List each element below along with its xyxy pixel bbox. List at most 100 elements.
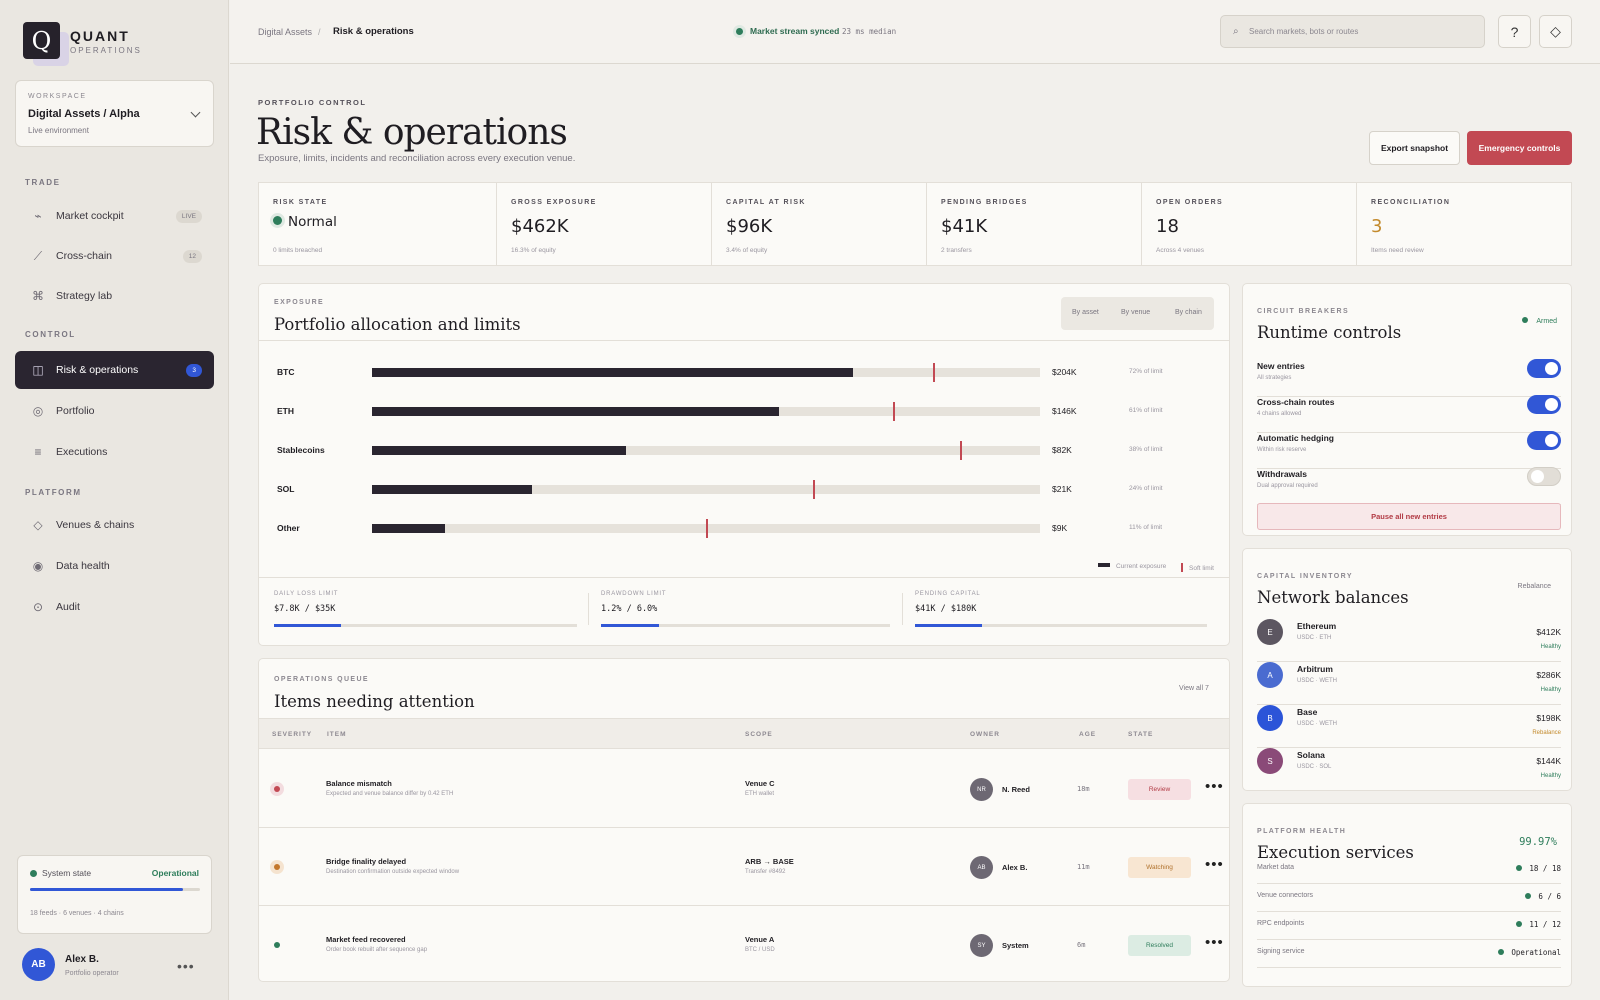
workspace-selector[interactable]: WORKSPACE Digital Assets / Alpha Live en…: [15, 80, 214, 147]
allocation-track: [372, 402, 1040, 421]
chain-avatar: E: [1257, 619, 1283, 645]
divider: [588, 593, 589, 625]
sidebar-item-data-health[interactable]: ◉ Data health: [15, 547, 214, 585]
column-severity: SEVERITY: [272, 731, 313, 738]
logo[interactable]: Q: [23, 22, 60, 59]
sidebar-item-strategy-lab[interactable]: ⌘ Strategy lab: [15, 277, 214, 315]
breadcrumb-root[interactable]: Digital Assets: [258, 27, 312, 37]
count-badge: 12: [182, 249, 202, 263]
workspace-name: Digital Assets / Alpha: [28, 108, 140, 120]
search-placeholder: Search markets, bots or routes: [1249, 27, 1359, 36]
chain-status: Healthy: [1540, 644, 1561, 650]
avatar[interactable]: AB: [22, 948, 55, 981]
tab-by-venue[interactable]: By venue: [1121, 309, 1150, 316]
tab-by-chain[interactable]: By chain: [1175, 309, 1202, 316]
service-value-text: 6 / 6: [1538, 892, 1561, 901]
sidebar-item-audit[interactable]: ⊙ Audit: [15, 588, 214, 626]
kpi-sub: 16.3% of equity: [511, 247, 556, 254]
brand-subtitle: OPERATIONS: [70, 46, 142, 55]
toggle-row: Cross-chain routes 4 chains allowed: [1257, 395, 1561, 433]
kpi-value: 18: [1156, 216, 1179, 237]
rebalance-link[interactable]: Rebalance: [1518, 583, 1551, 590]
emergency-controls-button[interactable]: Emergency controls: [1467, 131, 1572, 165]
workspace-env: Live environment: [28, 126, 89, 135]
armed-status: Armed: [1522, 317, 1557, 325]
chain-assets: USDC · WETH: [1297, 721, 1337, 727]
toggle-switch[interactable]: [1527, 431, 1561, 450]
sidebar-item-risk-operations[interactable]: ◫ Risk & operations 3: [15, 351, 214, 389]
toggle-title: New entries: [1257, 361, 1305, 371]
sidebar-item-venues-chains[interactable]: ◇ Venues & chains: [15, 506, 214, 544]
sidebar-item-label: Market cockpit: [56, 210, 124, 222]
allocation-percent: 72% of limit: [1129, 368, 1163, 375]
search-input[interactable]: ⌕ Search markets, bots or routes: [1220, 15, 1485, 48]
view-all-link[interactable]: View all 7: [1179, 685, 1209, 692]
toggle-title: Withdrawals: [1257, 469, 1307, 479]
limit-label: DAILY LOSS LIMIT: [274, 591, 339, 597]
tab-by-asset[interactable]: By asset: [1072, 309, 1099, 316]
page-eyebrow: PORTFOLIO CONTROL: [258, 98, 367, 107]
network-row: S Solana USDC · SOL $144K Healthy: [1257, 748, 1561, 790]
chain-avatar: S: [1257, 748, 1283, 774]
allocation-fill: [372, 485, 533, 494]
top-bar: Digital Assets / Risk & operations Marke…: [230, 0, 1600, 64]
toggle-switch[interactable]: [1527, 359, 1561, 378]
help-button[interactable]: ?: [1498, 15, 1531, 48]
service-row: Signing service Operational: [1257, 940, 1561, 968]
legend-current: Current exposure: [1098, 563, 1166, 570]
system-health-fill: [30, 888, 183, 891]
owner-avatar: SY: [970, 934, 993, 957]
owner-name: System: [1002, 941, 1029, 950]
row-menu-button[interactable]: •••: [1205, 934, 1224, 951]
toggle-row: Automatic hedging Within risk reserve: [1257, 431, 1561, 469]
item-description: Destination confirmation outside expecte…: [326, 869, 460, 875]
legend-limit: Soft limit: [1181, 563, 1214, 572]
severity-indicator: [270, 782, 284, 796]
operations-queue-panel: OPERATIONS QUEUE Items needing attention…: [258, 658, 1230, 982]
sidebar-item-label: Data health: [56, 560, 110, 572]
row-menu-button[interactable]: •••: [1205, 778, 1224, 795]
kpi-value: 3: [1371, 216, 1383, 237]
pause-all-button[interactable]: Pause all new entries: [1257, 503, 1561, 530]
sidebar-item-market-cockpit[interactable]: ⌁ Market cockpit LIVE: [15, 197, 214, 235]
item-scope-detail: Transfer #8492: [745, 869, 786, 875]
user-name: Alex B.: [65, 954, 99, 965]
kpi-label: PENDING BRIDGES: [941, 199, 1028, 206]
export-snapshot-button[interactable]: Export snapshot: [1369, 131, 1460, 165]
legend-swatch: [1181, 563, 1183, 572]
owner-name: Alex B.: [1002, 863, 1028, 872]
allocation-percent: 38% of limit: [1129, 446, 1163, 453]
chain-assets: USDC · SOL: [1297, 764, 1332, 770]
table-row[interactable]: Balance mismatch Expected and venue balan…: [259, 750, 1229, 828]
toggle-switch[interactable]: [1527, 467, 1561, 486]
alerts-button[interactable]: ◇: [1539, 15, 1572, 48]
toggle-switch[interactable]: [1527, 395, 1561, 414]
soft-limit-marker: [893, 402, 896, 421]
asset-name: SOL: [277, 484, 295, 494]
toggle-knob: [1531, 470, 1544, 483]
network-row: E Ethereum USDC · ETH $412K Healthy: [1257, 619, 1561, 662]
network-title: Network balances: [1257, 588, 1409, 607]
column-item: ITEM: [327, 731, 347, 738]
sidebar-item-executions[interactable]: ≡ Executions: [15, 433, 214, 471]
severity-dot: [274, 786, 280, 792]
user-menu-button[interactable]: •••: [177, 958, 195, 974]
command-icon: ⌘: [32, 289, 44, 303]
sidebar-item-portfolio[interactable]: ◎ Portfolio: [15, 392, 214, 430]
network-balances-panel: CAPITAL INVENTORY Network balances Rebal…: [1242, 548, 1572, 791]
exposure-view-toggle: By asset By venue By chain: [1061, 297, 1214, 330]
service-value-text: 18 / 18: [1529, 864, 1561, 873]
table-row[interactable]: Market feed recovered Order book rebuilt …: [259, 906, 1229, 981]
sidebar-item-cross-chain[interactable]: ⟋ Cross-chain 12: [15, 237, 214, 275]
table-row[interactable]: Bridge finality delayed Destination confi…: [259, 828, 1229, 906]
system-state-meta: 18 feeds · 6 venues · 4 chains: [30, 910, 124, 917]
sidebar: Q QUANT OPERATIONS WORKSPACE Digital Ass…: [0, 0, 229, 1000]
toggle-knob: [1545, 362, 1558, 375]
section-trade: TRADE: [25, 178, 61, 187]
risk-state-value: Normal: [288, 214, 337, 230]
kpi-value: $462K: [511, 216, 569, 237]
chain-name: Solana: [1297, 750, 1325, 760]
service-value: Operational: [1498, 948, 1561, 957]
row-menu-button[interactable]: •••: [1205, 856, 1224, 873]
exposure-panel: EXPOSURE Portfolio allocation and limits…: [258, 283, 1230, 646]
